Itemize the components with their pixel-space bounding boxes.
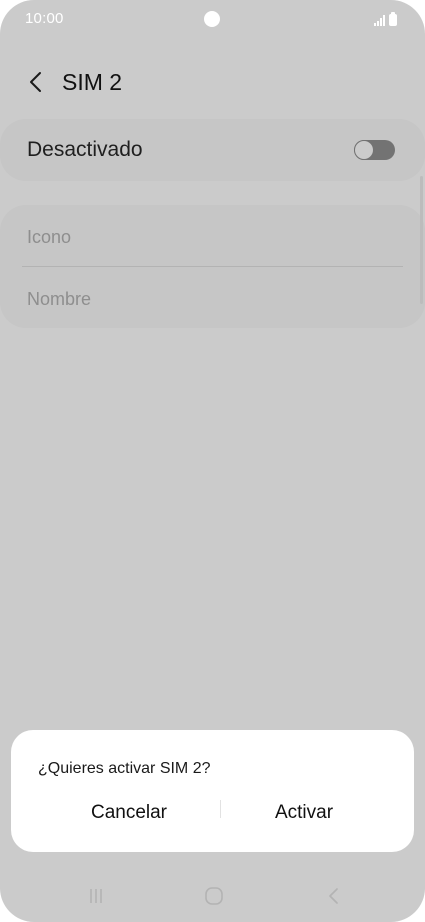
recent-apps-icon [90, 889, 102, 903]
name-setting[interactable]: Nombre [27, 289, 91, 310]
switch-thumb [354, 140, 374, 160]
dialog-divider [220, 800, 221, 818]
phone-screen: 10:00 SIM 2 Desactivado Icono Nombre ¿Qu… [0, 0, 425, 922]
status-icons [374, 12, 397, 26]
back-icon [329, 888, 338, 904]
sim-toggle-row[interactable]: Desactivado [0, 119, 425, 181]
sim-settings-card: Icono Nombre [0, 205, 425, 328]
status-bar: 10:00 [0, 0, 425, 38]
divider [22, 266, 403, 267]
signal-icon [374, 14, 385, 26]
activate-sim-dialog: ¿Quieres activar SIM 2? Cancelar Activar [11, 730, 414, 852]
home-button[interactable] [196, 884, 232, 908]
battery-icon [389, 12, 397, 26]
header: SIM 2 [0, 58, 425, 108]
scroll-indicator[interactable] [420, 176, 423, 304]
back-nav-button[interactable] [316, 884, 352, 908]
sim-switch[interactable] [354, 140, 395, 160]
status-time: 10:00 [25, 10, 64, 27]
activate-button[interactable]: Activar [225, 798, 383, 828]
toggle-label: Desactivado [27, 138, 143, 161]
cancel-button[interactable]: Cancelar [51, 798, 207, 828]
home-icon [205, 887, 223, 905]
back-button[interactable] [18, 64, 54, 100]
icon-setting[interactable]: Icono [27, 227, 71, 248]
navigation-bar [0, 872, 425, 920]
chevron-left-icon [30, 72, 41, 92]
page-title: SIM 2 [62, 69, 123, 95]
dialog-message: ¿Quieres activar SIM 2? [38, 760, 211, 777]
recent-apps-button[interactable] [78, 884, 114, 908]
camera-cutout [204, 11, 220, 27]
